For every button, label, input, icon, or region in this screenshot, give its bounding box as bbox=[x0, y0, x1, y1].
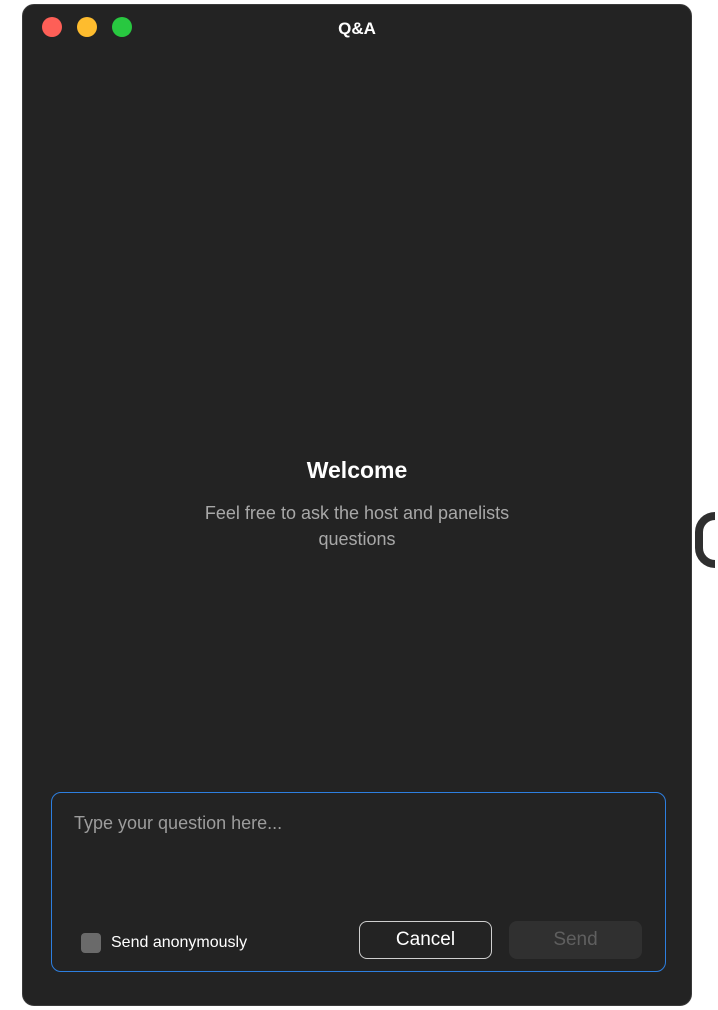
send-anonymously-option[interactable]: Send anonymously bbox=[81, 933, 247, 953]
question-composer: Send anonymously Cancel Send bbox=[51, 792, 666, 972]
background-window-edge bbox=[695, 512, 715, 568]
title-bar: Q&A bbox=[23, 5, 691, 49]
qa-window: Q&A Welcome Feel free to ask the host an… bbox=[22, 4, 692, 1006]
welcome-heading: Welcome bbox=[306, 457, 408, 483]
question-input[interactable] bbox=[72, 811, 646, 875]
cancel-button[interactable]: Cancel bbox=[359, 921, 492, 959]
anonymous-checkbox[interactable] bbox=[81, 933, 101, 953]
welcome-panel: Welcome Feel free to ask the host and pa… bbox=[23, 457, 691, 552]
welcome-subtitle: Feel free to ask the host and panelists … bbox=[204, 503, 510, 549]
window-title: Q&A bbox=[338, 19, 376, 38]
anonymous-label[interactable]: Send anonymously bbox=[111, 934, 247, 952]
send-button[interactable]: Send bbox=[509, 921, 642, 959]
